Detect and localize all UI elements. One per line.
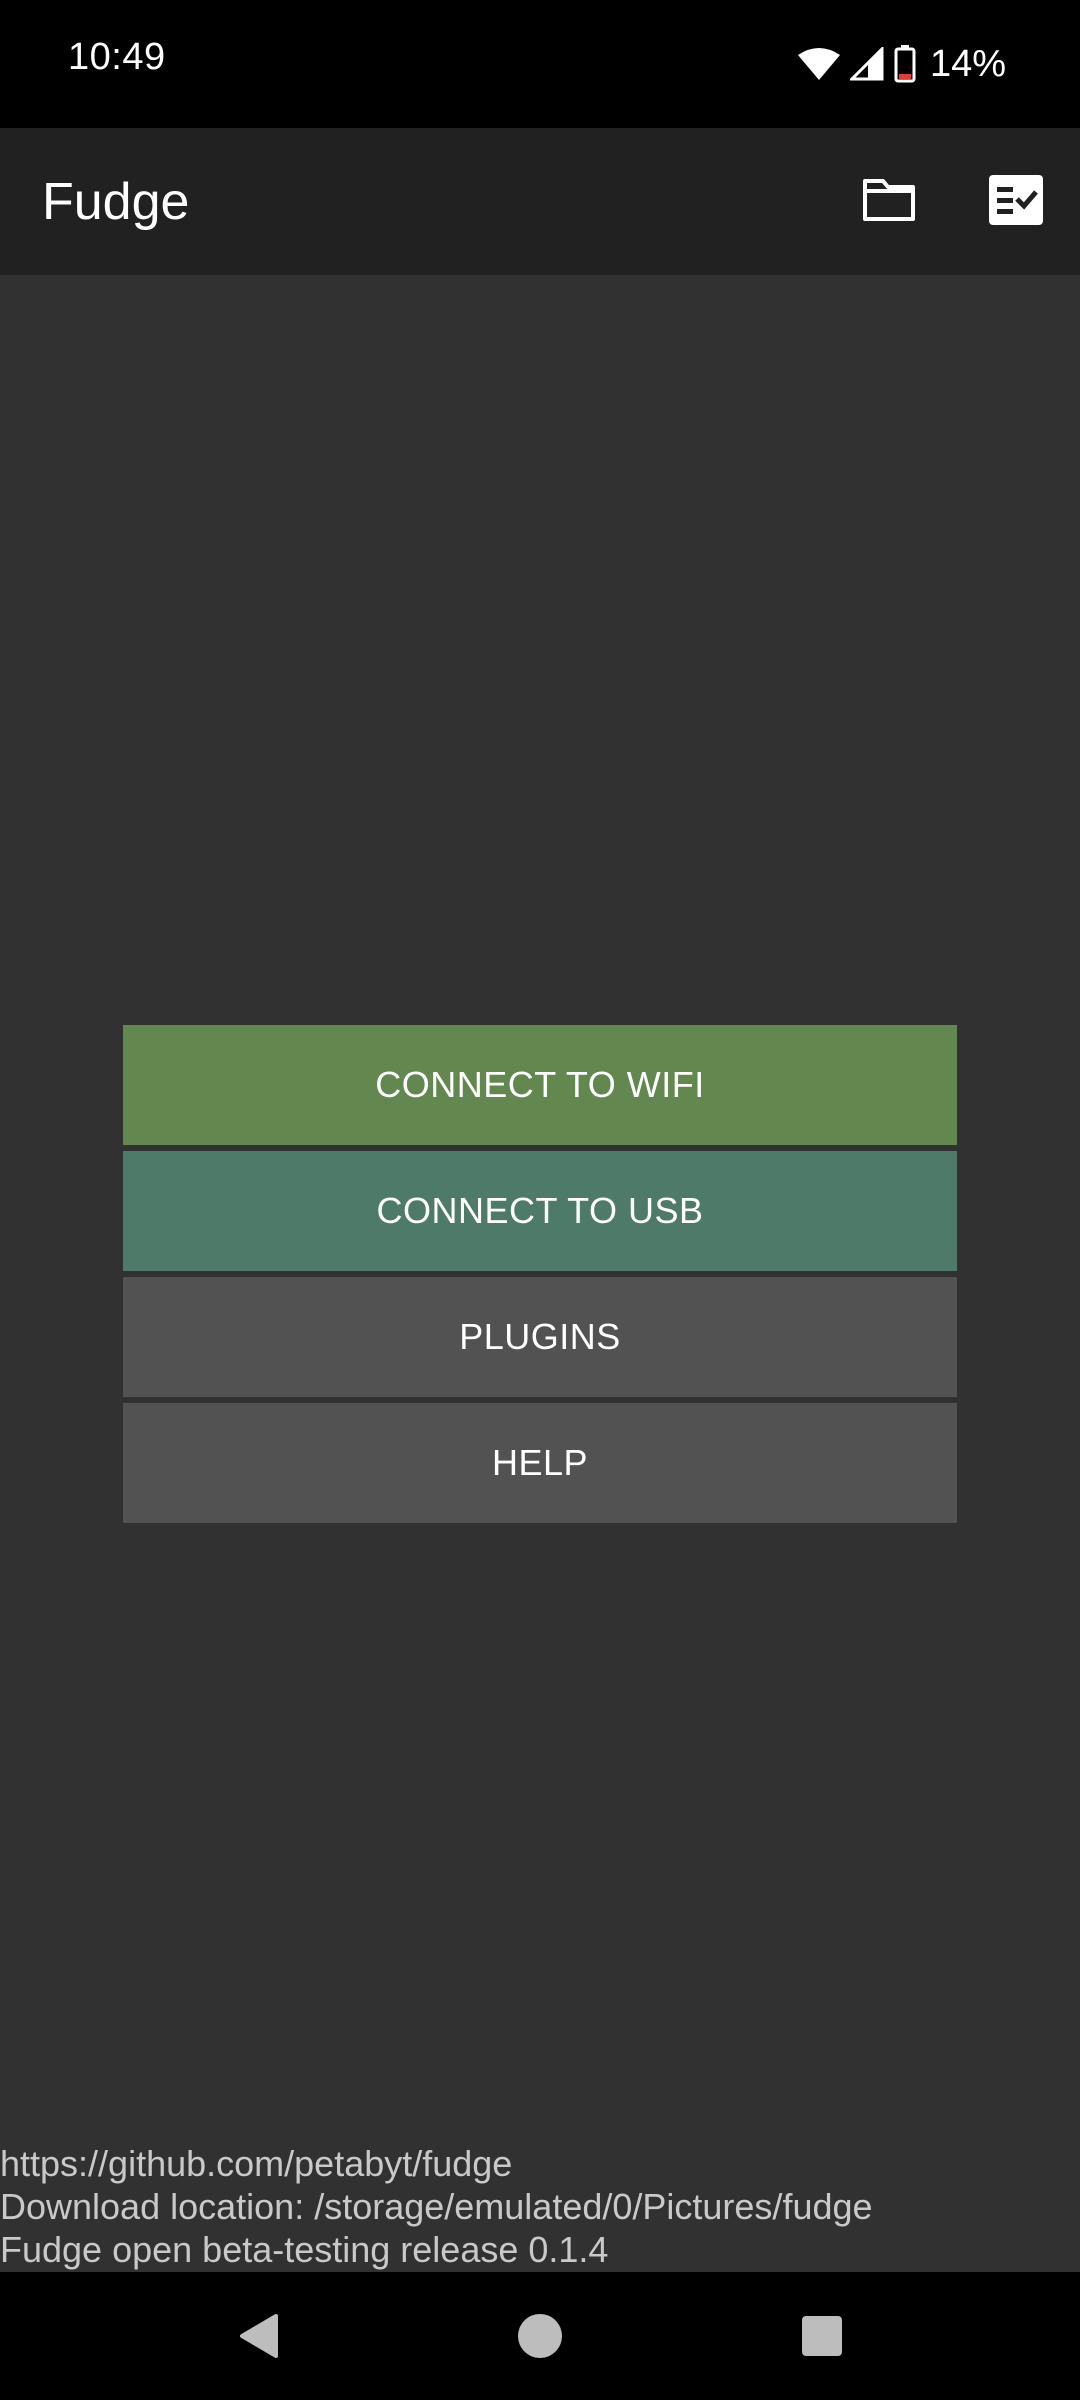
home-button[interactable] xyxy=(510,2308,570,2368)
app-screen: 10:49 14% Fudge CONNECT TO WIFI CONNECT … xyxy=(0,0,1080,2400)
status-icons: 14% xyxy=(797,38,1006,90)
navigation-bar xyxy=(0,2272,1080,2400)
download-location-text: Download location: /storage/emulated/0/P… xyxy=(0,2186,873,2227)
checklist-button[interactable] xyxy=(984,170,1048,234)
github-url-text: https://github.com/petabyt/fudge xyxy=(0,2143,513,2184)
checklist-icon xyxy=(989,174,1043,230)
recents-icon xyxy=(801,2315,843,2362)
connect-wifi-button[interactable]: CONNECT TO WIFI xyxy=(123,1025,957,1145)
version-text: Fudge open beta-testing release 0.1.4 xyxy=(0,2229,609,2270)
status-time: 10:49 xyxy=(68,36,166,78)
back-button[interactable] xyxy=(228,2308,288,2368)
home-icon xyxy=(516,2312,564,2365)
folder-button[interactable] xyxy=(857,170,921,234)
plugins-button[interactable]: PLUGINS xyxy=(123,1277,957,1397)
connect-usb-button[interactable]: CONNECT TO USB xyxy=(123,1151,957,1271)
status-bar: 10:49 14% xyxy=(0,0,1080,128)
folder-icon xyxy=(861,177,917,228)
battery-icon xyxy=(894,45,916,83)
app-bar: Fudge xyxy=(0,128,1080,275)
app-title: Fudge xyxy=(42,173,190,231)
back-icon xyxy=(236,2312,280,2365)
help-button[interactable]: HELP xyxy=(123,1403,957,1523)
cell-signal-icon xyxy=(849,47,884,81)
recents-button[interactable] xyxy=(792,2308,852,2368)
battery-percent: 14% xyxy=(929,42,1006,85)
footer-info: https://github.com/petabyt/fudge Downloa… xyxy=(0,2142,1080,2271)
main-menu: CONNECT TO WIFI CONNECT TO USB PLUGINS H… xyxy=(123,1025,957,1529)
wifi-icon xyxy=(797,47,840,81)
